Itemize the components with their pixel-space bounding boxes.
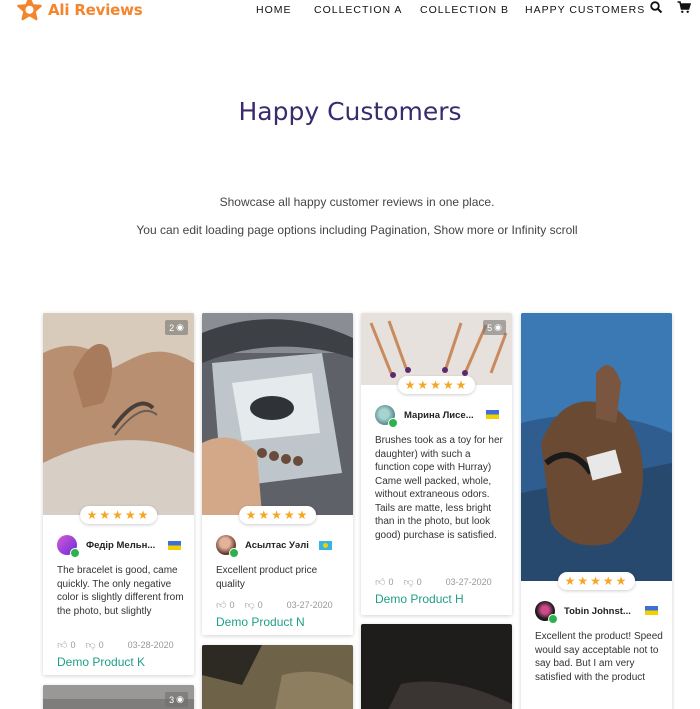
review-card[interactable]: ★★★★★ Асылтас Уәлі Excellent product pri… [202, 313, 353, 635]
verified-icon [388, 418, 398, 428]
reviewer-name: Федір Мельн... [86, 539, 156, 551]
product-link[interactable]: Demo Product N [216, 615, 305, 629]
photo-count: 2 [169, 322, 175, 333]
thumbs-up-icon[interactable]: 👍︎ [57, 639, 67, 651]
review-card[interactable]: 5 ◉ ★★★★★ Марина Лисе... Brushes took as … [361, 313, 512, 615]
like-count: 0 [229, 600, 235, 610]
like-count: 0 [388, 577, 394, 587]
review-meta: 👍︎ 0 👎︎ 0 03-28-2020 [57, 639, 174, 651]
review-text: Brushes took as a toy for her daughter) … [375, 435, 503, 541]
ukraine-flag-icon [486, 410, 499, 419]
ukraine-flag-icon [645, 606, 658, 615]
like-count: 0 [70, 640, 76, 650]
review-date: 03-28-2020 [127, 640, 174, 650]
photo-count-badge: 2 ◉ [165, 320, 188, 335]
dislike-count: 0 [416, 577, 422, 587]
nav-item-collection-a[interactable]: COLLECTION A [314, 4, 402, 16]
avatar [535, 601, 558, 624]
review-text: Excellent product price quality [216, 565, 318, 590]
camera-icon: ◉ [494, 322, 502, 332]
brand-logo[interactable]: Ali Reviews [17, 0, 143, 22]
review-card[interactable] [202, 645, 353, 709]
star-rating: ★★★★★ [79, 506, 158, 524]
review-photo[interactable] [43, 313, 194, 515]
brand-name: Ali Reviews [48, 0, 143, 19]
review-meta: 👍︎ 0 👎︎ 0 03-27-2020 [375, 576, 492, 588]
thumbs-down-icon[interactable]: 👎︎ [403, 576, 413, 588]
nav-item-home[interactable]: HOME [256, 4, 292, 16]
review-card[interactable]: 2 ◉ ★★★★★ Федір Мельн... The bracelet is … [43, 313, 194, 675]
avatar [57, 535, 80, 558]
reviewer: Федір Мельн... [57, 535, 156, 558]
verified-icon [70, 548, 80, 558]
dislike-count: 0 [257, 600, 263, 610]
reviewer-name: Tobin Johnst... [564, 605, 631, 617]
review-photo[interactable] [361, 624, 512, 709]
star-rating: ★★★★★ [397, 376, 476, 394]
page-description: Showcase all happy customer reviews in o… [219, 195, 495, 209]
star-logo-icon [17, 0, 42, 21]
avatar [216, 535, 239, 558]
search-icon[interactable] [650, 1, 663, 14]
photo-count: 5 [487, 322, 493, 333]
review-card[interactable] [361, 624, 512, 709]
review-photo[interactable] [202, 645, 353, 709]
kazakhstan-flag-icon [319, 541, 332, 550]
verified-icon [229, 548, 239, 558]
product-link[interactable]: Demo Product H [375, 592, 464, 606]
review-date: 03-27-2020 [286, 600, 333, 610]
review-photo[interactable] [521, 313, 672, 581]
star-rating: ★★★★★ [557, 572, 636, 590]
review-meta: 👍︎ 0 👎︎ 0 03-27-2020 [216, 599, 333, 611]
review-card[interactable]: 3 ◉ [43, 685, 194, 709]
site-header: Ali Reviews HOME COLLECTION A COLLECTION… [0, 0, 700, 22]
review-text: Excellent the product! Speed would say a… [535, 631, 663, 683]
thumbs-down-icon[interactable]: 👎︎ [85, 639, 95, 651]
review-text: The bracelet is good, came quickly. The … [57, 565, 184, 617]
reviewer-name: Асылтас Уәлі [245, 539, 309, 551]
thumbs-up-icon[interactable]: 👍︎ [375, 576, 385, 588]
review-date: 03-27-2020 [445, 577, 492, 587]
star-rating: ★★★★★ [238, 506, 317, 524]
nav-item-collection-b[interactable]: COLLECTION B [420, 4, 509, 16]
reviewer: Tobin Johnst... [535, 601, 631, 624]
reviewer: Марина Лисе... [375, 405, 474, 428]
thumbs-down-icon[interactable]: 👎︎ [244, 599, 254, 611]
photo-count-badge: 5 ◉ [483, 320, 506, 335]
cart-icon[interactable] [677, 1, 691, 14]
photo-count-badge: 3 ◉ [165, 692, 188, 707]
product-link[interactable]: Demo Product K [57, 655, 145, 669]
reviewer: Асылтас Уәлі [216, 535, 309, 558]
photo-count: 3 [169, 694, 175, 705]
page-title: Happy Customers [238, 97, 462, 126]
page-description-options: You can edit loading page options includ… [136, 223, 578, 237]
reviewer-name: Марина Лисе... [404, 409, 474, 421]
dislike-count: 0 [98, 640, 104, 650]
nav-item-happy-customers[interactable]: HAPPY CUSTOMERS [525, 4, 645, 16]
thumbs-up-icon[interactable]: 👍︎ [216, 599, 226, 611]
camera-icon: ◉ [176, 694, 184, 704]
avatar [375, 405, 398, 428]
review-photo[interactable] [202, 313, 353, 515]
verified-icon [548, 614, 558, 624]
camera-icon: ◉ [176, 322, 184, 332]
review-card[interactable]: ★★★★★ Tobin Johnst... Excellent the prod… [521, 313, 672, 709]
ukraine-flag-icon [168, 541, 181, 550]
